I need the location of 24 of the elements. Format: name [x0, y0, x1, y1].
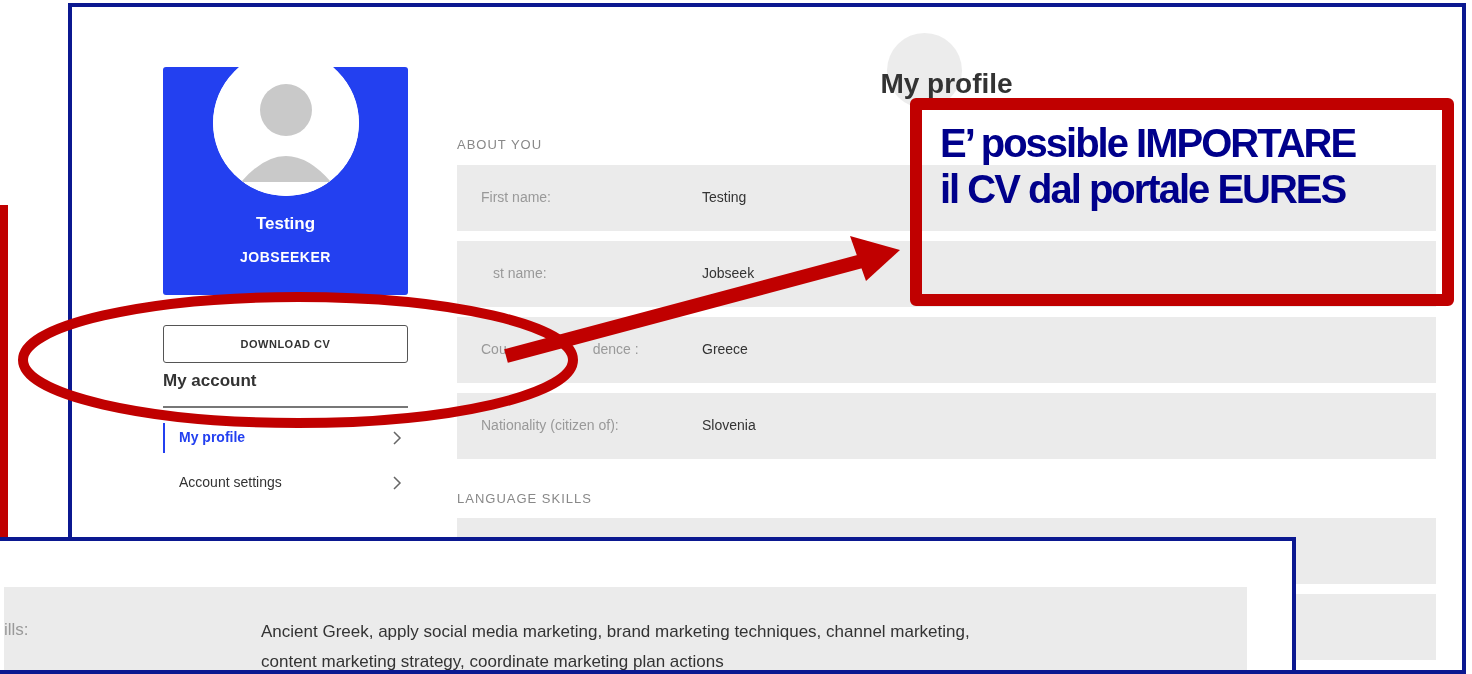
field-label: st name: — [493, 264, 547, 283]
download-cv-button[interactable]: DOWNLOAD CV — [163, 325, 408, 363]
field-value: Greece — [702, 340, 748, 359]
section-heading: ABOUT YOU — [457, 136, 543, 154]
user-role: JOBSEEKER — [240, 247, 331, 267]
callout-text: E’ possible IMPORTARE — [940, 120, 1357, 166]
account-heading: My account — [163, 368, 408, 408]
menu-item[interactable]: My profile — [163, 422, 408, 453]
field-value: Testing — [702, 188, 747, 207]
field-label: First name: — [481, 188, 551, 207]
menu-item[interactable]: Account settings — [163, 467, 408, 498]
callout-text: il CV dal portale EURES — [940, 166, 1347, 212]
chevron-icon — [392, 430, 402, 445]
field-label: Nationality (citizen of): — [481, 416, 619, 435]
field-value: content marketing strategy, coordinate marketing plan actions — [261, 651, 725, 670]
field-value: Jobseek — [702, 264, 755, 283]
page-title: My profile — [880, 68, 1013, 99]
field-value: Ancient Greek, apply social media marketing, brand marketing techniques, channel marketing, — [261, 621, 970, 643]
chevron-icon — [392, 475, 402, 490]
field-label: dence : — [592, 340, 639, 359]
section-heading: LANGUAGE SKILLS — [457, 489, 592, 508]
user-name: Testing — [255, 213, 316, 235]
field-label: ills: — [4, 619, 29, 641]
field-value: Slovenia — [702, 416, 756, 435]
